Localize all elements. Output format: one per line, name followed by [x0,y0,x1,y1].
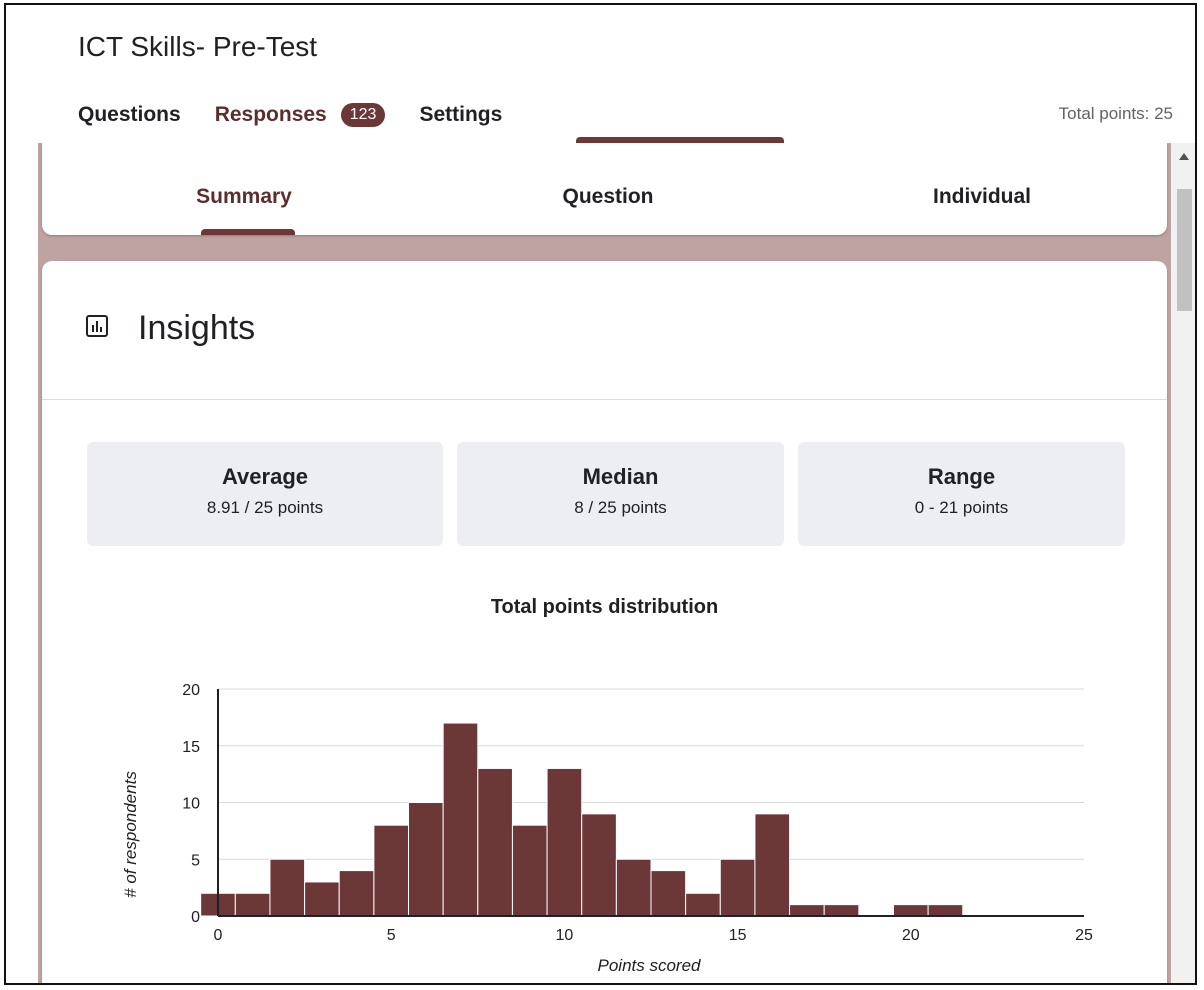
histogram-bar [269,858,306,917]
y-tick-label: 0 [191,909,200,926]
window-frame: ICT Skills- Pre-Test Questions Responses… [4,3,1197,985]
histogram-bar [754,813,791,917]
tab-questions[interactable]: Questions [78,103,181,127]
insights-header: Insights [42,261,1167,400]
median-value: 8 / 25 points [574,498,667,517]
histogram-bar [719,858,756,917]
histogram-bar [442,722,479,917]
histogram-bar [789,904,825,917]
y-tick-label: 15 [182,739,200,756]
tab-summary[interactable]: Summary [196,185,292,209]
y-axis-title: # of respondents [121,771,140,898]
histogram-bar [546,767,583,917]
summary-tab-indicator [201,229,295,235]
y-tick-label: 5 [191,852,200,869]
x-tick-label: 0 [214,927,223,944]
range-card: Range 0 - 21 points [798,442,1125,546]
x-tick-label: 15 [729,927,747,944]
form-title: ICT Skills- Pre-Test [78,31,318,62]
tab-settings[interactable]: Settings [419,103,502,127]
scroll-up-arrow-icon[interactable] [1179,153,1189,160]
responses-count-badge: 123 [340,103,386,127]
subtab-bar: Summary Question Individual [42,143,1167,235]
histogram-bar [615,858,652,917]
histogram-bar [304,881,340,917]
total-points: Total points: 25 [1058,104,1173,123]
x-tick-label: 20 [902,927,920,944]
tab-question[interactable]: Question [562,185,653,209]
histogram-bar [477,767,513,917]
histogram-bar [685,892,721,917]
y-tick-label: 10 [182,796,200,813]
x-tick-label: 10 [556,927,574,944]
median-card: Median 8 / 25 points [457,442,784,546]
insights-icon [86,315,108,337]
tab-responses[interactable]: Responses [215,103,327,127]
tab-individual[interactable]: Individual [933,185,1031,209]
chart-title: Total points distribution [490,596,719,618]
x-axis-title: Points scored [598,956,702,975]
histogram-bar [650,870,687,917]
histogram-bar [408,802,444,917]
histogram-bar [511,824,548,917]
insights-card: Insights Average 8.91 / 25 points Median… [42,261,1167,983]
average-value: 8.91 / 25 points [206,498,324,517]
median-label: Median [582,464,659,489]
points-distribution-chart: 0 5 10 15 20 0 5 10 15 20 25 Points scored # of resp… [121,682,1093,975]
responses-content: Summary Question Individual Insights Ave… [38,143,1171,983]
histogram-bar [927,904,964,917]
histogram-bar [823,904,860,917]
histogram-bar [373,824,410,917]
x-tick-label: 5 [387,927,396,944]
insights-title: Insights [138,309,256,347]
range-label: Range [927,464,996,489]
histogram-bar [581,813,617,917]
average-label: Average [221,464,308,489]
main-tabs: Questions Responses 123 Settings [78,99,536,131]
range-value: 0 - 21 points [914,498,1009,517]
average-card: Average 8.91 / 25 points [87,442,443,546]
histogram-bar [338,870,375,917]
scrollbar-thumb[interactable] [1177,189,1192,311]
histogram-bar [892,904,929,917]
scrollbar[interactable] [1171,143,1195,983]
histogram-bar [234,892,271,917]
x-tick-label: 25 [1075,927,1093,944]
y-tick-label: 20 [182,682,200,699]
